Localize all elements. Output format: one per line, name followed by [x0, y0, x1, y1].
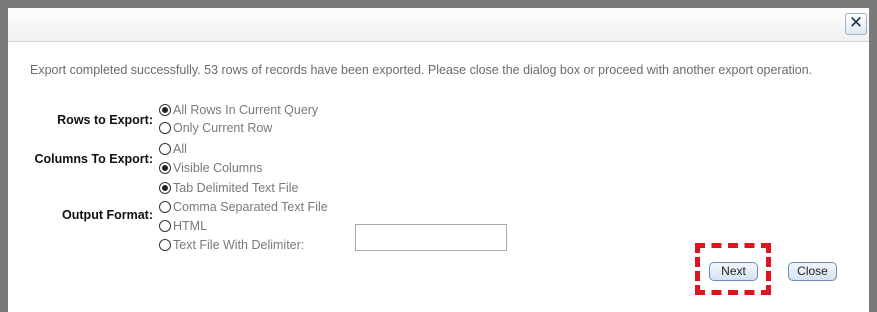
radio-button-selected[interactable] — [159, 162, 171, 174]
radio-html[interactable]: HTML — [159, 217, 207, 235]
radio-all-rows[interactable]: All Rows In Current Query — [159, 101, 318, 119]
radio-button[interactable] — [159, 201, 171, 213]
radio-button-selected[interactable] — [159, 182, 171, 194]
radio-label: Comma Separated Text File — [173, 200, 328, 214]
radio-button-selected[interactable] — [159, 104, 171, 116]
output-format-label: Output Format: — [62, 208, 153, 222]
radio-all-columns[interactable]: All — [159, 140, 187, 158]
radio-visible-columns[interactable]: Visible Columns — [159, 159, 262, 177]
radio-label: HTML — [173, 219, 208, 233]
columns-to-export-label: Columns To Export: — [34, 152, 153, 166]
radio-label: Visible Columns — [173, 161, 263, 175]
close-icon[interactable]: ✕ — [845, 13, 867, 35]
close-button[interactable]: Close — [788, 262, 837, 281]
radio-label: All Rows In Current Query — [173, 103, 319, 117]
radio-button[interactable] — [159, 239, 171, 251]
radio-button[interactable] — [159, 143, 171, 155]
radio-label: Tab Delimited Text File — [173, 181, 299, 195]
radio-text-with-delimiter[interactable]: Text File With Delimiter: — [159, 236, 304, 254]
dialog-titlebar: ✕ — [8, 8, 869, 42]
radio-tab-delimited[interactable]: Tab Delimited Text File — [159, 179, 299, 197]
delimiter-input[interactable] — [355, 224, 507, 251]
radio-comma-separated[interactable]: Comma Separated Text File — [159, 198, 328, 216]
rows-to-export-label: Rows to Export: — [57, 113, 153, 127]
radio-label: Text File With Delimiter: — [173, 238, 305, 252]
radio-button[interactable] — [159, 220, 171, 232]
radio-label: All — [173, 142, 187, 156]
highlight-box — [695, 243, 771, 295]
radio-button[interactable] — [159, 122, 171, 134]
radio-only-current-row[interactable]: Only Current Row — [159, 119, 272, 137]
export-status-message: Export completed successfully. 53 rows o… — [30, 63, 813, 77]
radio-label: Only Current Row — [173, 121, 273, 135]
